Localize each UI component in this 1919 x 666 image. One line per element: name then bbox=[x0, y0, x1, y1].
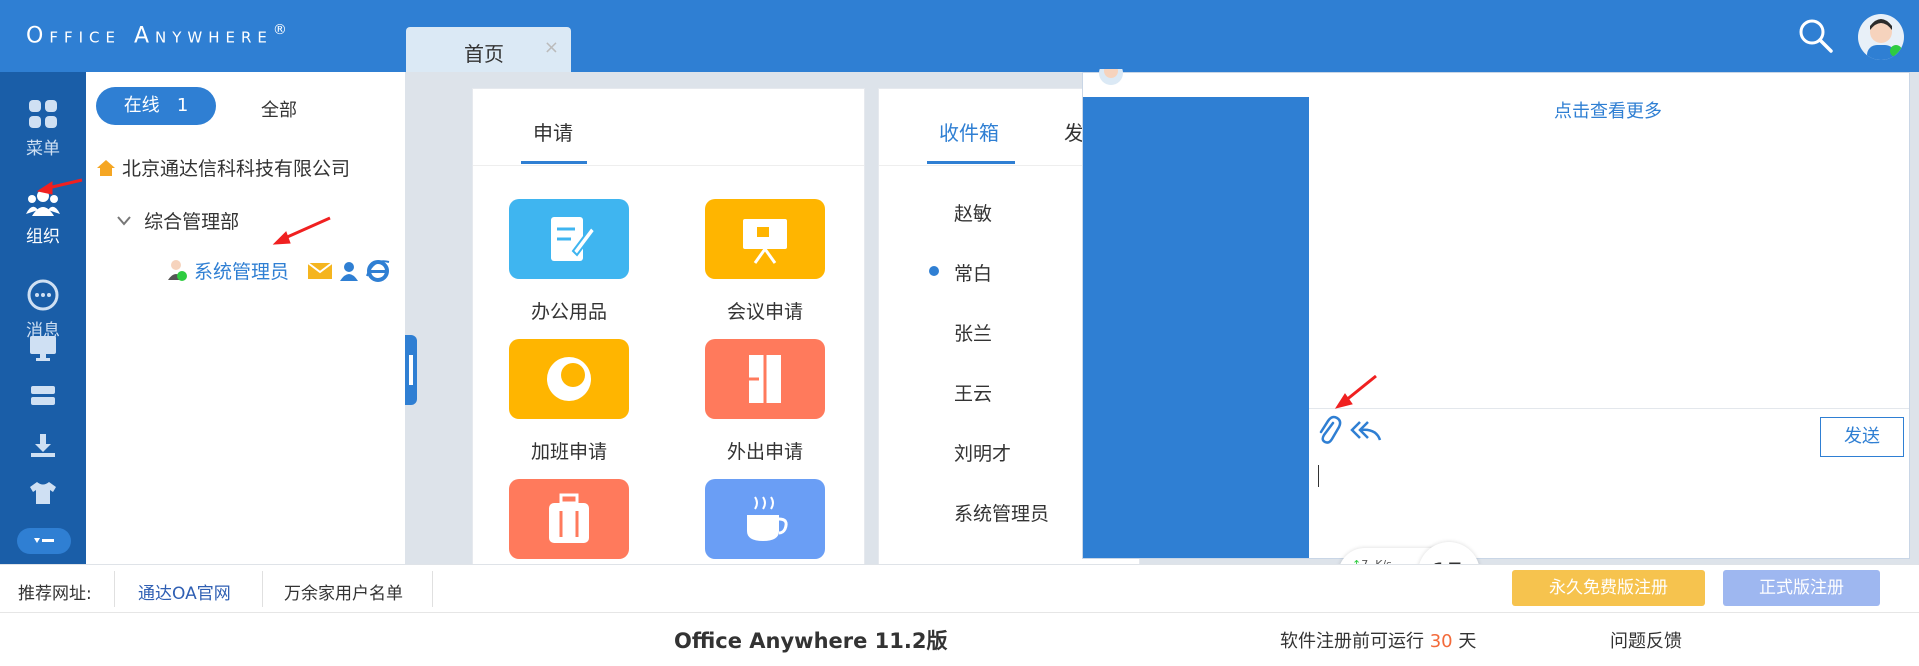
annotation-arrows bbox=[36, 178, 1377, 409]
